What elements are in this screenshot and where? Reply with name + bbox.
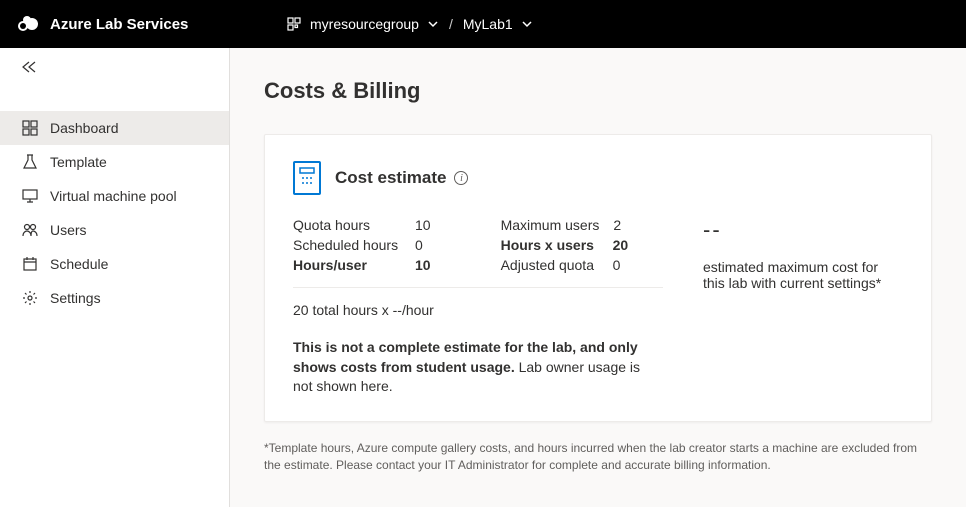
quota-hours-value: 10: [415, 217, 431, 233]
disclaimer-text: *Template hours, Azure compute gallery c…: [264, 440, 932, 474]
collapse-icon: [20, 60, 38, 74]
sidebar-item-label: Virtual machine pool: [50, 188, 177, 204]
sidebar-item-label: Dashboard: [50, 120, 119, 136]
breadcrumb-separator: /: [449, 16, 453, 32]
scheduled-hours-value: 0: [415, 237, 423, 253]
estimated-cost-value: --: [703, 217, 903, 243]
sidebar-item-label: Template: [50, 154, 107, 170]
calculation-line: 20 total hours x --/hour: [293, 302, 663, 318]
estimate-note: This is not a complete estimate for the …: [293, 338, 663, 397]
card-title: Cost estimate: [335, 168, 446, 188]
breadcrumb: myresourcegroup / MyLab1: [286, 16, 533, 32]
sidebar-item-schedule[interactable]: Schedule: [0, 247, 229, 281]
hours-x-users-label: Hours x users: [501, 237, 599, 253]
hours-x-users-value: 20: [613, 237, 629, 253]
gear-icon: [22, 290, 38, 306]
info-icon[interactable]: i: [454, 171, 468, 185]
breadcrumb-resource-group[interactable]: myresourcegroup: [286, 16, 439, 32]
resource-group-icon: [286, 16, 302, 32]
chevron-down-icon: [521, 18, 533, 30]
sidebar: Dashboard Template Virtual machine pool …: [0, 48, 230, 507]
hours-per-user-value: 10: [415, 257, 431, 273]
cost-estimate-card: Cost estimate i Quota hours 10 Scheduled …: [264, 134, 932, 422]
flask-icon: [22, 154, 38, 170]
scheduled-hours-label: Scheduled hours: [293, 237, 401, 253]
calendar-icon: [22, 256, 38, 272]
sidebar-item-label: Users: [50, 222, 87, 238]
quota-hours-label: Quota hours: [293, 217, 401, 233]
sidebar-item-users[interactable]: Users: [0, 213, 229, 247]
chevron-down-icon: [427, 18, 439, 30]
calculator-icon: [293, 161, 321, 195]
adjusted-quota-value: 0: [613, 257, 621, 273]
max-users-value: 2: [613, 217, 621, 233]
page-title: Costs & Billing: [264, 78, 932, 104]
card-title-wrap: Cost estimate i: [335, 168, 468, 188]
breadcrumb-lab-label: MyLab1: [463, 16, 513, 32]
adjusted-quota-label: Adjusted quota: [501, 257, 599, 273]
sidebar-item-settings[interactable]: Settings: [0, 281, 229, 315]
sidebar-item-label: Schedule: [50, 256, 108, 272]
sidebar-item-dashboard[interactable]: Dashboard: [0, 111, 229, 145]
main-content: Costs & Billing Cost estimate i Quota ho…: [230, 48, 966, 507]
azure-lab-logo-icon: [16, 12, 40, 36]
sidebar-item-label: Settings: [50, 290, 101, 306]
product-brand[interactable]: Azure Lab Services: [16, 12, 276, 36]
breadcrumb-lab[interactable]: MyLab1: [463, 16, 533, 32]
top-header: Azure Lab Services myresourcegroup / MyL…: [0, 0, 966, 48]
breadcrumb-rg-label: myresourcegroup: [310, 16, 419, 32]
divider: [293, 287, 663, 288]
sidebar-item-vm-pool[interactable]: Virtual machine pool: [0, 179, 229, 213]
sidebar-item-template[interactable]: Template: [0, 145, 229, 179]
hours-per-user-label: Hours/user: [293, 257, 401, 273]
monitor-icon: [22, 188, 38, 204]
users-icon: [22, 222, 38, 238]
estimated-cost-caption: estimated maximum cost for this lab with…: [703, 259, 903, 291]
collapse-sidebar-button[interactable]: [0, 48, 229, 91]
max-users-label: Maximum users: [501, 217, 600, 233]
dashboard-icon: [22, 120, 38, 136]
product-name: Azure Lab Services: [50, 16, 188, 33]
